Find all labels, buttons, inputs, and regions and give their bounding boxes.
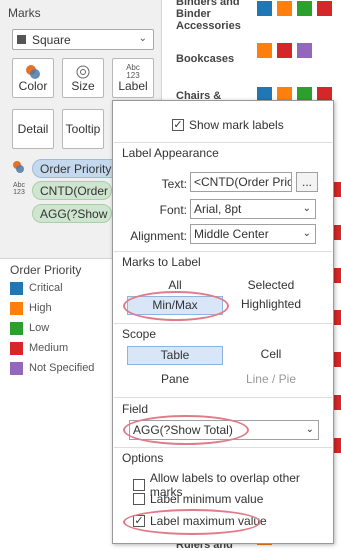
scope-table-option[interactable]: Table (127, 346, 223, 365)
divider (114, 397, 332, 398)
pill-label: CNTD(Order P (40, 183, 112, 198)
mark[interactable] (334, 225, 341, 240)
scope-linepie-option: Line / Pie (245, 372, 297, 386)
divider (114, 447, 332, 448)
legend-item[interactable]: Low (10, 321, 49, 335)
pill-label: AGG(?Show To (40, 206, 111, 221)
legend-item[interactable]: Not Specified (10, 361, 94, 375)
mark[interactable] (334, 352, 341, 367)
mark-type-dropdown[interactable]: Square ⌄ (12, 29, 154, 50)
category-label: Binders and Binder Accessories (176, 0, 241, 32)
chevron-down-icon: ⌄ (302, 228, 311, 239)
pill-label: Order Priority (40, 161, 112, 176)
mtl-selected-option[interactable]: Selected (223, 277, 319, 295)
label-button[interactable]: Abc 123 Label (112, 58, 154, 98)
size-button[interactable]: Size (62, 58, 104, 98)
swatch (10, 301, 23, 315)
color-icon (26, 65, 40, 79)
tooltip-button-label: Tooltip (65, 122, 101, 136)
alignment-dropdown[interactable]: Middle Center ⌄ (190, 224, 316, 244)
field-heading: Field (122, 402, 149, 416)
text-field[interactable]: <CNTD(Order Prior (190, 172, 292, 192)
swatch (10, 321, 23, 335)
legend-item[interactable]: Medium (10, 341, 68, 355)
size-icon (76, 65, 90, 79)
scope-pane-option[interactable]: Pane (127, 371, 223, 389)
mark[interactable] (334, 395, 341, 410)
swatch (10, 361, 23, 375)
detail-button-label: Detail (17, 122, 49, 136)
allow-overlap-checkbox[interactable] (133, 479, 145, 491)
mark[interactable] (334, 182, 341, 197)
font-label: Font: (159, 203, 187, 217)
color-button-label: Color (18, 79, 48, 93)
mark[interactable] (277, 1, 292, 16)
label-min-row[interactable]: Label minimum value (133, 492, 263, 506)
mark[interactable] (334, 310, 341, 325)
scope-heading: Scope (122, 327, 157, 341)
mark[interactable] (257, 43, 272, 58)
chevron-down-icon: ⌄ (305, 424, 314, 435)
mark[interactable] (334, 438, 341, 453)
color-icon (13, 161, 24, 173)
mark[interactable] (334, 268, 341, 283)
divider (114, 251, 332, 252)
edit-text-button[interactable]: ... (296, 172, 318, 192)
swatch (10, 281, 23, 295)
mark[interactable] (297, 43, 312, 58)
category-label: Bookcases (176, 53, 235, 65)
mark[interactable] (257, 1, 272, 16)
divider (114, 142, 332, 143)
highlight-annotation (123, 509, 261, 535)
alignment-label: Alignment: (130, 229, 187, 243)
highlight-annotation (123, 415, 249, 445)
square-icon (17, 35, 26, 44)
mark[interactable] (297, 1, 312, 16)
size-button-label: Size (71, 79, 95, 93)
mark[interactable] (317, 1, 332, 16)
agg-show-total-pill[interactable]: AGG(?Show To (32, 204, 112, 223)
show-mark-labels-row[interactable]: ✓ Show mark labels (172, 118, 284, 132)
legend-item[interactable]: High (10, 301, 52, 315)
label-icon: Abc 123 (126, 63, 140, 80)
mark-type-value: Square (32, 32, 71, 47)
detail-button[interactable]: Detail (12, 109, 54, 149)
legend-title: Order Priority (10, 263, 82, 277)
divider (114, 323, 332, 324)
label-button-label: Label (118, 79, 148, 93)
scope-cell-option[interactable]: Cell (223, 346, 319, 365)
font-dropdown[interactable]: Arial, 8pt ⌄ (190, 199, 316, 219)
tooltip-button[interactable]: Tooltip (62, 109, 104, 149)
label-min-checkbox[interactable] (133, 493, 145, 505)
color-button[interactable]: Color (12, 58, 54, 98)
text-icon: Abc 123 (12, 182, 26, 196)
highlight-annotation (123, 291, 229, 321)
chevron-down-icon: ⌄ (302, 203, 311, 214)
label-dialog: ✓ Show mark labels Label Appearance Text… (112, 100, 334, 544)
marks-title: Marks (8, 6, 41, 20)
swatch (10, 341, 23, 355)
marks-to-label-heading: Marks to Label (122, 255, 201, 269)
chevron-down-icon: ⌄ (138, 33, 147, 44)
options-heading: Options (122, 451, 164, 465)
legend-item[interactable]: Critical (10, 281, 63, 295)
mark[interactable] (277, 43, 292, 58)
label-appearance-heading: Label Appearance (122, 146, 219, 160)
text-label: Text: (161, 177, 187, 191)
show-mark-labels-checkbox[interactable]: ✓ (172, 119, 184, 131)
cntd-order-pill[interactable]: CNTD(Order P (32, 181, 112, 200)
mtl-highlighted-option[interactable]: Highlighted (223, 296, 319, 315)
